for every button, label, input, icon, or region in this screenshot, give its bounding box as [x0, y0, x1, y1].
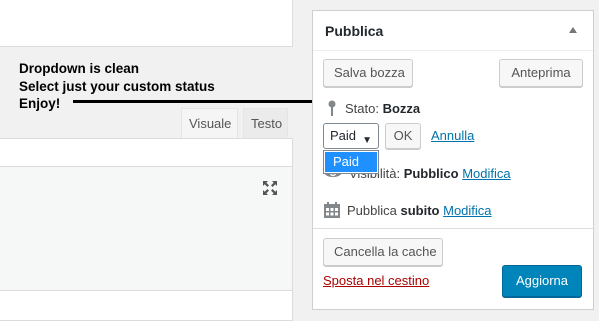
clear-cache-button[interactable]: Cancella la cache [323, 238, 443, 266]
move-to-trash-link[interactable]: Sposta nel cestino [323, 273, 429, 288]
schedule-row: Pubblica subito Modifica [323, 201, 492, 219]
editor-content-area[interactable] [0, 167, 293, 290]
publish-divider [313, 228, 593, 229]
save-draft-button[interactable]: Salva bozza [323, 59, 413, 87]
editor-tabs: Visuale Testo [0, 108, 293, 138]
editor-status-bar [0, 290, 293, 321]
status-dropdown-list: Paid [323, 150, 379, 174]
status-value: Bozza [382, 101, 421, 116]
schedule-edit-link[interactable]: Modifica [443, 203, 491, 218]
status-option-paid[interactable]: Paid [325, 152, 377, 172]
publish-box-title: Pubblica [325, 23, 384, 39]
calendar-icon [324, 202, 340, 218]
fullscreen-icon[interactable] [262, 180, 278, 196]
tab-testo[interactable]: Testo [243, 108, 288, 138]
post-editor: Visuale Testo [0, 108, 293, 321]
status-select[interactable]: Paid ▼ [323, 123, 379, 149]
annotation-line-3: Enjoy! [19, 96, 61, 111]
editor-toolbar [0, 138, 293, 167]
visibility-edit-link[interactable]: Modifica [462, 166, 510, 181]
pin-icon [328, 100, 336, 116]
publish-box: Pubblica Salva bozza Anteprima Stato: Bo… [312, 10, 594, 310]
tab-visuale[interactable]: Visuale [181, 108, 238, 138]
update-button[interactable]: Aggiorna [502, 265, 582, 297]
status-label: Stato: [345, 101, 379, 116]
status-cancel-link[interactable]: Annulla [431, 128, 474, 143]
post-title-field[interactable] [0, 0, 293, 47]
annotation-note: Dropdown is clean Select just your custo… [19, 60, 215, 113]
annotation-line-1: Dropdown is clean [19, 61, 140, 76]
publish-box-header[interactable]: Pubblica [313, 11, 593, 51]
status-row: Stato: Bozza [325, 100, 420, 116]
annotation-arrow-horizontal [73, 100, 320, 103]
schedule-label: Pubblica [347, 203, 397, 218]
status-select-value: Paid [330, 128, 357, 143]
visibility-value: Pubblico [403, 166, 459, 181]
status-ok-button[interactable]: OK [385, 123, 421, 149]
annotation-line-2: Select just your custom status [19, 78, 215, 94]
schedule-value: subito [400, 203, 440, 218]
collapse-arrow-icon[interactable] [569, 27, 577, 33]
preview-button[interactable]: Anteprima [499, 59, 583, 87]
